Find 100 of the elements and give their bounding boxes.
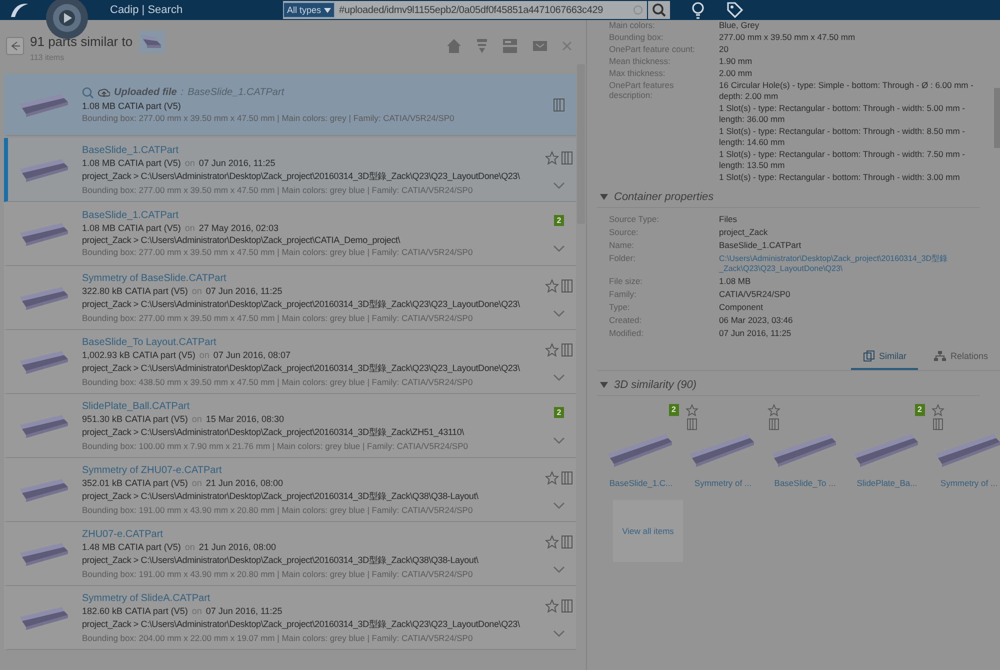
back-button[interactable] bbox=[6, 37, 24, 55]
app-title: Cadip | Search bbox=[110, 4, 184, 16]
property-value: 1.08 MB bbox=[719, 276, 752, 286]
results-title: 91 parts similar to bbox=[30, 34, 133, 49]
property-value: CATIA/V5R24/SP0 bbox=[719, 289, 792, 299]
star-icon[interactable] bbox=[767, 404, 781, 416]
section-title: Container properties bbox=[614, 191, 714, 203]
result-item[interactable]: Uploaded file : BaseSlide_1.CATPart 1.08 MB CATIA part (V5) Bounding box: 277.00 mm x 39.50 mm x 47.50 mm | Main colors: grey | Family: CATIA/V5R24/SP0 bbox=[4, 74, 576, 136]
file-date: 07 Jun 2016, 08:07 bbox=[213, 350, 290, 360]
result-item[interactable] bbox=[4, 330, 576, 394]
part-name-link[interactable]: BaseSlide_1.C... bbox=[609, 478, 673, 488]
file-meta: 951.30 kB CATIA part (V5) bbox=[82, 414, 188, 424]
rail-drawing bbox=[20, 412, 70, 438]
star-icon[interactable] bbox=[931, 404, 945, 416]
document-icon[interactable] bbox=[768, 418, 780, 430]
chevron-down-icon[interactable] bbox=[553, 182, 565, 188]
document-icon[interactable] bbox=[561, 534, 573, 548]
zoom-icon[interactable] bbox=[82, 86, 94, 98]
document-icon[interactable] bbox=[561, 150, 573, 164]
star-icon[interactable] bbox=[545, 278, 559, 292]
part-name-link[interactable]: Symmetry of ... bbox=[940, 478, 998, 488]
result-name-link[interactable]: Symmetry of ZHU07-e.CATPart bbox=[82, 464, 542, 476]
folder-link[interactable]: C:\Users\Administrator\Desktop\Zack_project\20160314_3D型錄_Zack\Q23\Q23_LayoutDone\Q23\ bbox=[719, 253, 1000, 273]
result-item[interactable] bbox=[4, 522, 576, 586]
document-icon[interactable] bbox=[561, 470, 573, 484]
result-name-link[interactable]: Symmetry of SlideA.CATPart bbox=[82, 592, 542, 604]
file-details: Bounding box: 277.00 mm x 39.50 mm x 47.50 mm | Main colors: grey | Family: CATIA/V5R24/SP0 bbox=[82, 112, 456, 122]
scrollbar[interactable] bbox=[577, 64, 585, 224]
panel-tab[interactable]: Relations bbox=[922, 344, 1000, 370]
document-icon[interactable] bbox=[553, 98, 565, 112]
copy-icon bbox=[862, 350, 875, 362]
layout-icon[interactable] bbox=[502, 38, 518, 54]
search-icon bbox=[652, 3, 666, 17]
star-icon[interactable] bbox=[545, 598, 559, 612]
property-label: Name: bbox=[609, 240, 636, 250]
chevron-down-icon[interactable] bbox=[553, 310, 565, 316]
file-path: project_Zack > C:\Users\Administrator\Desktop\Zack_project\20160314_3D型錄_Zack\Q23\Q23_LayoutDone\Q23\ bbox=[82, 618, 521, 630]
panel-tab[interactable]: Similar bbox=[850, 344, 918, 370]
chevron-down-icon[interactable] bbox=[553, 566, 565, 572]
result-name-link[interactable]: BaseSlide_To Layout.CATPart bbox=[82, 336, 542, 348]
result-item[interactable] bbox=[4, 458, 576, 522]
collapse-caret-icon[interactable] bbox=[600, 382, 608, 388]
file-meta: 1,002.93 kB CATIA part (V5) bbox=[82, 350, 196, 360]
part-name-link[interactable]: BaseSlide_To ... bbox=[774, 478, 836, 488]
view-all-button[interactable]: View all items bbox=[613, 500, 683, 562]
similar-part-card[interactable]: Symmetry of ... bbox=[685, 404, 761, 488]
document-icon[interactable] bbox=[686, 418, 698, 430]
result-name-link[interactable]: ZHU07-e.CATPart bbox=[82, 528, 542, 540]
close-icon[interactable] bbox=[562, 41, 572, 51]
file-meta: 1.08 MB CATIA part (V5) bbox=[82, 100, 182, 110]
star-icon[interactable] bbox=[545, 470, 559, 484]
scrollbar[interactable] bbox=[994, 88, 1000, 148]
chevron-down-icon[interactable] bbox=[553, 436, 565, 444]
file-details: Bounding box: 204.00 mm x 22.00 mm x 19.07 mm | Main colors: grey blue | Family: CATIA/V5R24/SP0 bbox=[82, 632, 474, 642]
document-icon[interactable] bbox=[561, 278, 573, 292]
type-filter-dropdown[interactable]: All types bbox=[283, 2, 336, 18]
collapse-caret-icon[interactable] bbox=[600, 194, 608, 200]
tag-icon[interactable] bbox=[726, 1, 744, 19]
result-item[interactable] bbox=[4, 394, 576, 458]
result-name-link[interactable]: Symmetry of BaseSlide.CATPart bbox=[82, 272, 542, 284]
star-icon[interactable] bbox=[545, 342, 559, 356]
feature-line: 1 Slot(s) - type: Rectangular - bottom: Through - width: 5.00 mm - length: 36.00 mm bbox=[719, 103, 966, 125]
brand-logo-icon bbox=[8, 1, 30, 19]
result-item[interactable] bbox=[4, 586, 576, 650]
chevron-down-icon[interactable] bbox=[553, 244, 565, 252]
file-meta: 352.01 kB CATIA part (V5) bbox=[82, 478, 188, 488]
query-thumbnail bbox=[138, 30, 165, 52]
property-value: 277.00 mm x 39.50 mm x 47.50 mm bbox=[719, 32, 856, 42]
search-button[interactable] bbox=[648, 1, 670, 19]
chevron-down-icon[interactable] bbox=[553, 374, 565, 380]
home-icon[interactable] bbox=[446, 38, 462, 54]
feature-line: 1 Slot(s) - type: Rectangular - bottom: Through - width: 3.00 mm bbox=[719, 172, 961, 183]
result-item[interactable] bbox=[4, 138, 576, 202]
similar-part-card[interactable]: 2 SlidePlate_Ba... bbox=[849, 404, 925, 488]
result-name-link[interactable]: SlidePlate_Ball.CATPart bbox=[82, 400, 542, 412]
result-name-link[interactable]: BaseSlide_1.CATPart bbox=[82, 144, 542, 156]
filter-icon[interactable] bbox=[476, 38, 488, 54]
search-field[interactable]: All types #uploaded/idmv9l1155epb2/0a05df0f45851a4471067663c429 bbox=[283, 1, 647, 19]
result-item[interactable] bbox=[4, 202, 576, 266]
star-icon[interactable] bbox=[685, 404, 699, 416]
similar-part-card[interactable]: 2 BaseSlide_1.C... bbox=[603, 404, 679, 488]
property-value: Files bbox=[719, 214, 738, 224]
property-label: OnePart feature count: bbox=[609, 44, 696, 54]
document-icon[interactable] bbox=[561, 598, 573, 612]
lightbulb-icon[interactable] bbox=[690, 1, 706, 19]
result-name-link[interactable]: BaseSlide_1.CATPart bbox=[82, 210, 542, 221]
part-name-link[interactable]: Symmetry of ... bbox=[694, 478, 752, 488]
document-icon[interactable] bbox=[932, 418, 944, 430]
similar-part-card[interactable]: Symmetry of ... bbox=[931, 404, 1000, 488]
similar-part-card[interactable]: BaseSlide_To ... bbox=[767, 404, 843, 488]
star-icon[interactable] bbox=[545, 150, 559, 164]
result-item[interactable] bbox=[4, 266, 576, 330]
star-icon[interactable] bbox=[545, 534, 559, 548]
count-badge: 2 bbox=[668, 404, 679, 416]
chevron-down-icon[interactable] bbox=[553, 630, 565, 636]
file-details: Bounding box: 191.00 mm x 43.90 mm x 20.80 mm | Main colors: grey blue | Family: CATIA/V5R24/SP0 bbox=[82, 568, 474, 578]
part-name-link[interactable]: SlidePlate_Ba... bbox=[856, 478, 918, 488]
chevron-down-icon[interactable] bbox=[553, 502, 565, 508]
document-icon[interactable] bbox=[561, 342, 573, 356]
file-meta: 1.08 MB CATIA part (V5) bbox=[82, 223, 181, 233]
